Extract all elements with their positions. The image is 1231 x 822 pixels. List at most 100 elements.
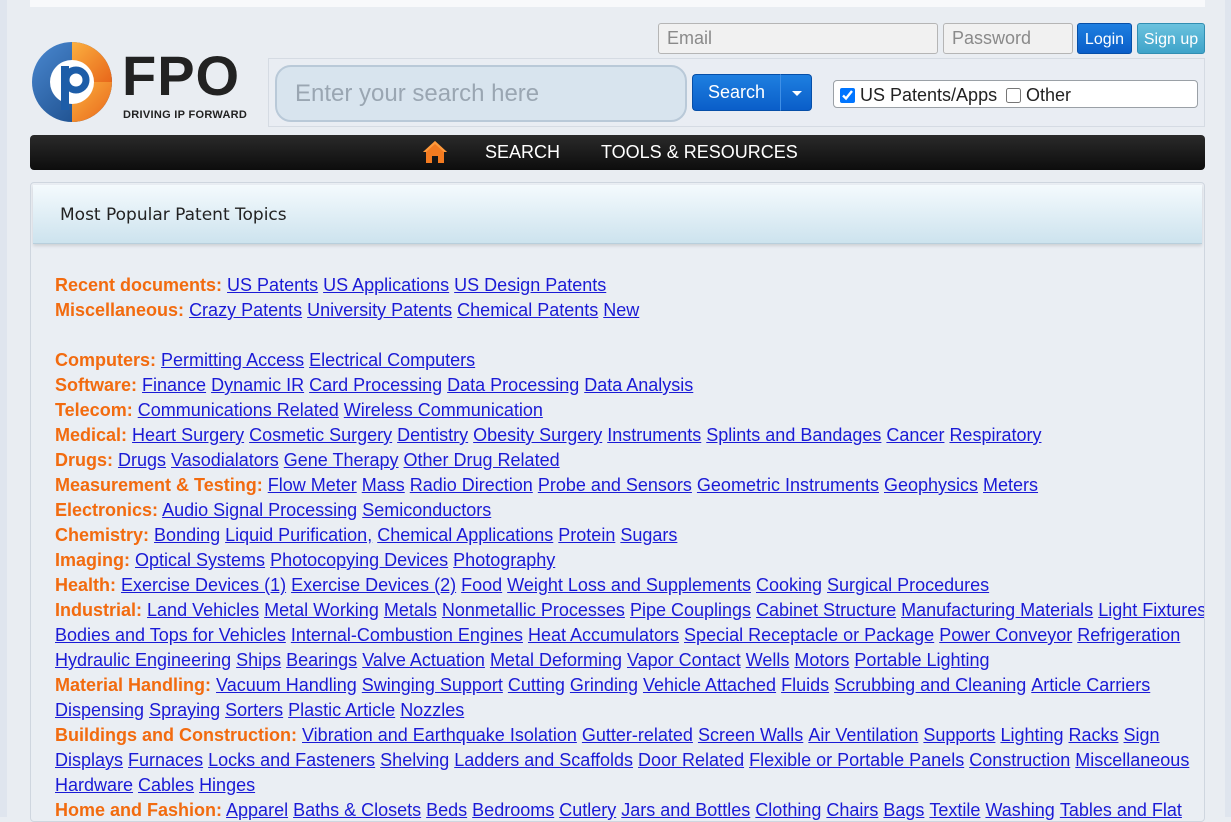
topic-link[interactable]: Semiconductors xyxy=(362,500,491,520)
topic-link[interactable]: Internal-Combustion Engines xyxy=(291,625,523,645)
topic-link[interactable]: Nonmetallic Processes xyxy=(442,600,625,620)
topic-link[interactable]: Vasodialators xyxy=(171,450,279,470)
topic-link[interactable]: Scrubbing and Cleaning xyxy=(834,675,1026,695)
topic-link[interactable]: Dentistry xyxy=(397,425,468,445)
topic-link[interactable]: Light Fixtures xyxy=(1098,600,1204,620)
topic-link[interactable]: Sorters xyxy=(225,700,283,720)
topic-link[interactable]: Vapor Contact xyxy=(627,650,741,670)
topic-link[interactable]: Permitting Access xyxy=(161,350,304,370)
topic-link[interactable]: Cooking xyxy=(756,575,822,595)
topic-link[interactable]: Bearings xyxy=(286,650,357,670)
topic-link[interactable]: Fluids xyxy=(781,675,829,695)
topic-link[interactable]: Lighting xyxy=(1000,725,1063,745)
topic-link[interactable]: New xyxy=(603,300,639,320)
topic-link[interactable]: Chemical Applications xyxy=(377,525,553,545)
topic-link[interactable]: Wireless Communication xyxy=(344,400,543,420)
topic-link[interactable]: Dispensing xyxy=(55,700,144,720)
topic-link[interactable]: Heat Accumulators xyxy=(528,625,679,645)
scope-other-checkbox[interactable] xyxy=(1006,87,1021,103)
topic-link[interactable]: Textile xyxy=(929,800,980,820)
topic-link[interactable]: Card Processing xyxy=(309,375,442,395)
topic-link[interactable]: Refrigeration xyxy=(1077,625,1180,645)
topic-link[interactable]: Baths & Closets xyxy=(293,800,421,820)
topic-link[interactable]: Dynamic IR xyxy=(211,375,304,395)
topic-link[interactable]: Gutter-related xyxy=(582,725,693,745)
topic-link[interactable]: Optical Systems xyxy=(135,550,265,570)
topic-link[interactable]: Geometric Instruments xyxy=(697,475,879,495)
topic-link[interactable]: Obesity Surgery xyxy=(473,425,602,445)
topic-link[interactable]: Exercise Devices (1) xyxy=(121,575,286,595)
topic-link[interactable]: Geophysics xyxy=(884,475,978,495)
topic-link[interactable]: Other Drug Related xyxy=(404,450,560,470)
topic-link[interactable]: Exercise Devices (2) xyxy=(291,575,456,595)
topic-link[interactable]: Ships xyxy=(236,650,281,670)
topic-link[interactable]: Metal Working xyxy=(264,600,379,620)
search-button[interactable]: Search xyxy=(692,74,780,111)
topic-link[interactable]: Jars and Bottles xyxy=(621,800,750,820)
topic-link[interactable]: Displays xyxy=(55,750,123,770)
topic-link[interactable]: Chairs xyxy=(826,800,878,820)
topic-link[interactable]: US Design Patents xyxy=(454,275,606,295)
topic-link[interactable]: Hydraulic Engineering xyxy=(55,650,231,670)
topic-link[interactable]: Vibration and Earthquake Isolation xyxy=(302,725,577,745)
topic-link[interactable]: Metals xyxy=(384,600,437,620)
topic-link[interactable]: Beds xyxy=(426,800,467,820)
login-button[interactable]: Login xyxy=(1077,23,1132,54)
topic-link[interactable]: Door Related xyxy=(638,750,744,770)
topic-link[interactable]: Photography xyxy=(453,550,555,570)
topic-link[interactable]: Bonding xyxy=(154,525,220,545)
topic-link[interactable]: US Patents xyxy=(227,275,318,295)
topic-link[interactable]: Heart Surgery xyxy=(132,425,244,445)
topic-link[interactable]: Valve Actuation xyxy=(362,650,485,670)
topic-link[interactable]: Washing xyxy=(985,800,1054,820)
topic-link[interactable]: Electrical Computers xyxy=(309,350,475,370)
topic-link[interactable]: Finance xyxy=(142,375,206,395)
topic-link[interactable]: Spraying xyxy=(149,700,220,720)
topic-link[interactable]: Flow Meter xyxy=(268,475,357,495)
topic-link[interactable]: Hardware xyxy=(55,775,133,795)
topic-link[interactable]: Liquid Purification, xyxy=(225,525,372,545)
topic-link[interactable]: Cables xyxy=(138,775,194,795)
search-input[interactable] xyxy=(275,65,687,122)
topic-link[interactable]: Ladders and Scaffolds xyxy=(454,750,633,770)
home-icon[interactable] xyxy=(422,140,448,164)
topic-link[interactable]: Photocopying Devices xyxy=(270,550,448,570)
topic-link[interactable]: Gene Therapy xyxy=(284,450,399,470)
topic-link[interactable]: Data Processing xyxy=(447,375,579,395)
topic-link[interactable]: Shelving xyxy=(380,750,449,770)
nav-search[interactable]: SEARCH xyxy=(485,135,560,170)
topic-link[interactable]: Air Ventilation xyxy=(808,725,918,745)
topic-link[interactable]: Respiratory xyxy=(949,425,1041,445)
topic-link[interactable]: Locks and Fasteners xyxy=(208,750,375,770)
topic-link[interactable]: University Patents xyxy=(307,300,452,320)
fpo-logo[interactable]: FPO DRIVING IP FORWARD xyxy=(30,40,264,124)
topic-link[interactable]: Miscellaneous xyxy=(1075,750,1189,770)
topic-link[interactable]: US Applications xyxy=(323,275,449,295)
topic-link[interactable]: Grinding xyxy=(570,675,638,695)
search-options-dropdown[interactable] xyxy=(780,74,812,111)
topic-link[interactable]: Cutting xyxy=(508,675,565,695)
topic-link[interactable]: Food xyxy=(461,575,502,595)
topic-link[interactable]: Construction xyxy=(969,750,1070,770)
topic-link[interactable]: Manufacturing Materials xyxy=(901,600,1093,620)
topic-link[interactable]: Special Receptacle or Package xyxy=(684,625,934,645)
topic-link[interactable]: Splints and Bandages xyxy=(706,425,881,445)
nav-tools-resources[interactable]: TOOLS & RESOURCES xyxy=(601,135,798,170)
topic-link[interactable]: Hinges xyxy=(199,775,255,795)
topic-link[interactable]: Protein xyxy=(558,525,615,545)
topic-link[interactable]: Radio Direction xyxy=(410,475,533,495)
topic-link[interactable]: Pipe Couplings xyxy=(630,600,751,620)
password-field[interactable] xyxy=(943,23,1073,54)
topic-link[interactable]: Mass xyxy=(362,475,405,495)
topic-link[interactable]: Bodies and Tops for Vehicles xyxy=(55,625,286,645)
topic-link[interactable]: Swinging Support xyxy=(362,675,503,695)
topic-link[interactable]: Cancer xyxy=(886,425,944,445)
topic-link[interactable]: Vacuum Handling xyxy=(216,675,357,695)
topic-link[interactable]: Article Carriers xyxy=(1031,675,1150,695)
topic-link[interactable]: Sugars xyxy=(620,525,677,545)
topic-link[interactable]: Metal Deforming xyxy=(490,650,622,670)
topic-link[interactable]: Wells xyxy=(746,650,790,670)
topic-link[interactable]: Sign xyxy=(1124,725,1160,745)
scope-other[interactable]: Other xyxy=(1006,84,1071,106)
topic-link[interactable]: Weight Loss and Supplements xyxy=(507,575,751,595)
